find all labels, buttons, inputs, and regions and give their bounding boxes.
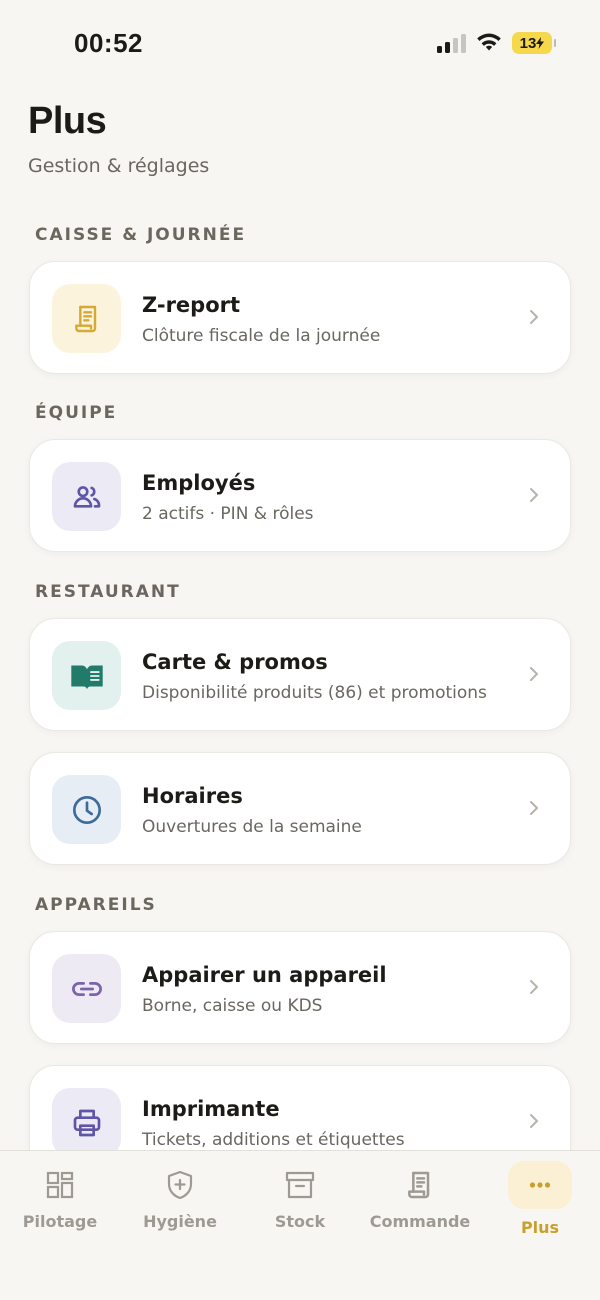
appairer-card[interactable]: Appairer un appareil Borne, caisse ou KD… (29, 931, 571, 1044)
zreport-title: Z-report (142, 293, 241, 317)
section-caisse-journee: CAISSE & JOURNÉE (35, 225, 247, 245)
carte-promos-card[interactable]: Carte & promos Disponibilité produits (8… (29, 618, 571, 731)
tab-label: Pilotage (22, 1212, 98, 1231)
employes-subtitle: 2 actifs · PIN & rôles (142, 504, 314, 524)
users-icon (52, 462, 121, 531)
signal-icon (437, 33, 466, 53)
zreport-subtitle: Clôture fiscale de la journée (142, 326, 381, 346)
horaires-title: Horaires (142, 784, 243, 808)
chevron-right-icon (530, 801, 538, 815)
section-appareils: APPAREILS (35, 895, 157, 915)
chevron-right-icon (530, 310, 538, 324)
charging-bolt-icon (536, 37, 545, 49)
receipt-icon (52, 284, 121, 353)
section-restaurant: RESTAURANT (35, 582, 181, 602)
chevron-right-icon (530, 980, 538, 994)
tab-label: Commande (369, 1212, 471, 1231)
page-title: Plus (28, 100, 107, 142)
clock-icon (52, 775, 121, 844)
link-icon (52, 954, 121, 1023)
employes-title: Employés (142, 471, 256, 495)
tab-label: Plus (520, 1218, 560, 1237)
employes-card[interactable]: Employés 2 actifs · PIN & rôles (29, 439, 571, 552)
wifi-icon (477, 33, 501, 51)
tab-pilotage[interactable]: Pilotage (0, 1151, 120, 1251)
receipt-icon (408, 1171, 430, 1199)
chevron-right-icon (530, 488, 538, 502)
status-time: 00:52 (74, 28, 143, 58)
chevron-right-icon (530, 667, 538, 681)
archive-icon (285, 1171, 315, 1199)
book-icon (52, 641, 121, 710)
printer-icon (52, 1088, 121, 1157)
tab-stock[interactable]: Stock (240, 1151, 360, 1251)
chevron-right-icon (530, 1114, 538, 1128)
tab-commande[interactable]: Commande (360, 1151, 480, 1251)
horaires-subtitle: Ouvertures de la semaine (142, 817, 362, 837)
battery-level: 13 (519, 34, 537, 52)
battery-icon: 13 (512, 32, 556, 54)
carte-promos-subtitle: Disponibilité produits (86) et promotion… (142, 683, 487, 703)
dashboard-icon (46, 1171, 74, 1199)
tab-plus[interactable]: Plus (480, 1151, 600, 1251)
status-icons: 13 (437, 32, 556, 54)
appairer-subtitle: Borne, caisse ou KDS (142, 996, 323, 1016)
tab-hygiene[interactable]: Hygiène (120, 1151, 240, 1251)
tab-label: Stock (274, 1212, 326, 1231)
shield-plus-icon (167, 1170, 193, 1200)
status-bar: 00:52 13 (0, 0, 600, 90)
page-subtitle: Gestion & réglages (28, 155, 210, 177)
section-equipe: ÉQUIPE (35, 403, 118, 423)
tab-label: Hygiène (143, 1212, 217, 1231)
tab-bar: Pilotage Hygiène Stock Commande Plus (0, 1150, 600, 1300)
imprimante-title: Imprimante (142, 1097, 280, 1121)
horaires-card[interactable]: Horaires Ouvertures de la semaine (29, 752, 571, 865)
more-dots-icon (529, 1182, 551, 1188)
imprimante-subtitle: Tickets, additions et étiquettes (142, 1130, 405, 1150)
carte-promos-title: Carte & promos (142, 650, 328, 674)
appairer-title: Appairer un appareil (142, 963, 387, 987)
zreport-card[interactable]: Z-report Clôture fiscale de la journée (29, 261, 571, 374)
